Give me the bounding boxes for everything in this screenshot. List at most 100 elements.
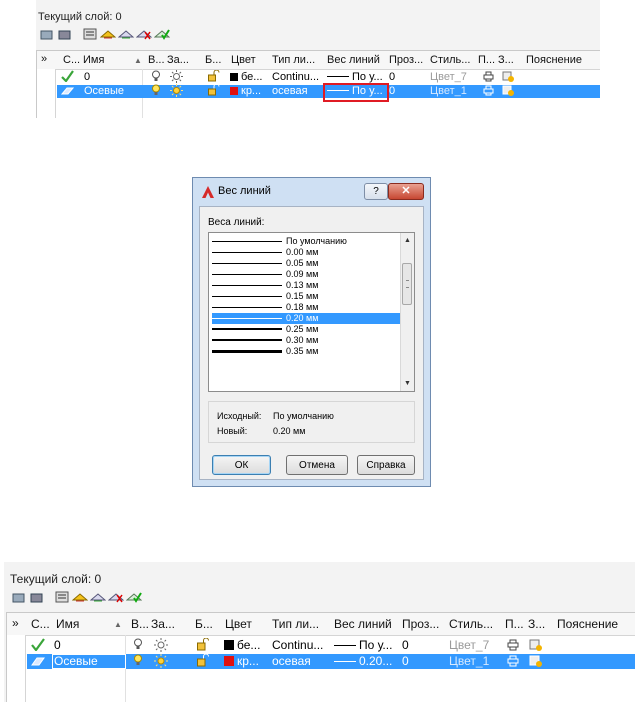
col-freeze[interactable]: За... bbox=[167, 54, 189, 66]
unlock-icon[interactable] bbox=[136, 27, 152, 41]
list-item[interactable]: 0.00 мм bbox=[212, 247, 402, 258]
col-name[interactable]: Имя bbox=[56, 617, 79, 631]
col-lock[interactable]: Б... bbox=[205, 54, 221, 66]
list-item[interactable]: 0.15 мм bbox=[212, 291, 402, 302]
new-vp-freeze-icon[interactable] bbox=[529, 639, 542, 654]
col-plot-style[interactable]: Стиль... bbox=[449, 617, 493, 631]
new-layer-icon[interactable] bbox=[10, 590, 26, 604]
col-on[interactable]: В... bbox=[148, 54, 165, 66]
layer-name[interactable]: Осевые bbox=[84, 85, 124, 97]
col-lineweight[interactable]: Вес линий bbox=[327, 54, 380, 66]
layer-plot-style[interactable]: Цвет_7 bbox=[449, 638, 489, 652]
sun-icon[interactable] bbox=[170, 84, 183, 100]
layer-color[interactable]: кр... bbox=[230, 85, 261, 97]
col-linetype[interactable]: Тип ли... bbox=[272, 54, 315, 66]
close-button[interactable]: ✕ bbox=[388, 183, 424, 200]
col-description[interactable]: Пояснение bbox=[526, 54, 582, 66]
sun-icon[interactable] bbox=[154, 638, 168, 655]
layer-linetype[interactable]: Continu... bbox=[272, 638, 323, 652]
layer-transparency[interactable]: 0 bbox=[402, 654, 409, 668]
printer-icon[interactable] bbox=[507, 655, 519, 670]
layer-color[interactable]: бе... bbox=[224, 638, 260, 652]
layer-states-icon[interactable] bbox=[54, 590, 70, 604]
layer-color[interactable]: кр... bbox=[224, 654, 259, 668]
cancel-button[interactable]: Отмена bbox=[286, 455, 348, 475]
lightbulb-icon[interactable] bbox=[151, 84, 161, 99]
layer-lineweight[interactable]: По у... bbox=[334, 638, 392, 652]
layer-transparency[interactable]: 0 bbox=[402, 638, 409, 652]
col-description[interactable]: Пояснение bbox=[557, 617, 618, 631]
col-on[interactable]: В... bbox=[131, 617, 149, 631]
layer-plot-style[interactable]: Цвет_1 bbox=[449, 654, 489, 668]
lock-icon[interactable] bbox=[118, 27, 134, 41]
list-item[interactable]: 0.30 мм bbox=[212, 335, 402, 346]
col-transparency[interactable]: Проз... bbox=[402, 617, 439, 631]
layer-lineweight[interactable]: По у... bbox=[327, 71, 383, 83]
lightbulb-icon[interactable] bbox=[151, 70, 161, 85]
layer-states-icon[interactable] bbox=[82, 27, 98, 41]
list-item[interactable]: 0.13 мм bbox=[212, 280, 402, 291]
col-name[interactable]: Имя bbox=[83, 54, 104, 66]
padlock-open-icon[interactable] bbox=[208, 83, 220, 99]
scroll-down-icon[interactable]: ▼ bbox=[401, 377, 414, 390]
col-plot[interactable]: П... bbox=[478, 54, 495, 66]
col-linetype[interactable]: Тип ли... bbox=[272, 617, 319, 631]
list-item[interactable]: По умолчанию bbox=[212, 236, 402, 247]
col-vp-freeze[interactable]: З... bbox=[528, 617, 545, 631]
scroll-up-icon[interactable]: ▲ bbox=[401, 234, 414, 247]
freeze-icon[interactable] bbox=[100, 27, 116, 41]
scroll-thumb[interactable] bbox=[402, 263, 412, 305]
new-vp-freeze-icon[interactable] bbox=[529, 655, 542, 670]
layer-transparency[interactable]: 0 bbox=[389, 85, 395, 97]
layer-linetype[interactable]: Continu... bbox=[272, 71, 319, 83]
col-transparency[interactable]: Проз... bbox=[389, 54, 423, 66]
col-lineweight[interactable]: Вес линий bbox=[334, 617, 392, 631]
lineweight-list[interactable]: По умолчанию 0.00 мм 0.05 мм 0.09 мм 0.1… bbox=[208, 232, 415, 392]
layer-color[interactable]: бе... bbox=[230, 71, 262, 83]
padlock-open-icon[interactable] bbox=[208, 69, 220, 85]
current-check-icon[interactable] bbox=[154, 27, 170, 41]
list-item[interactable]: 0.05 мм bbox=[212, 258, 402, 269]
unlock-icon[interactable] bbox=[108, 590, 124, 604]
layer-linetype[interactable]: осевая bbox=[272, 85, 308, 97]
col-color[interactable]: Цвет bbox=[231, 54, 256, 66]
col-color[interactable]: Цвет bbox=[225, 617, 252, 631]
col-plot-style[interactable]: Стиль... bbox=[430, 54, 470, 66]
padlock-open-icon[interactable] bbox=[197, 653, 210, 670]
sun-icon[interactable] bbox=[154, 654, 168, 671]
expand-chevron-icon[interactable]: » bbox=[12, 616, 19, 630]
layer-row-0[interactable]: 0 бе... Continu... По у... 0 Цвет_7 bbox=[27, 637, 635, 655]
title-help-button[interactable]: ? bbox=[364, 183, 388, 200]
current-check-icon[interactable] bbox=[126, 590, 142, 604]
layer-name[interactable]: 0 bbox=[54, 638, 61, 652]
lock-icon[interactable] bbox=[90, 590, 106, 604]
printer-icon[interactable] bbox=[507, 639, 519, 654]
list-scrollbar[interactable]: ▲ ▼ bbox=[400, 233, 414, 391]
list-item[interactable]: 0.09 мм bbox=[212, 269, 402, 280]
list-item[interactable]: 0.35 мм bbox=[212, 346, 402, 357]
list-item[interactable]: 0.18 мм bbox=[212, 302, 402, 313]
col-status[interactable]: С... bbox=[63, 54, 80, 66]
list-item-selected[interactable]: 0.20 мм bbox=[212, 313, 402, 324]
layer-row-osevye[interactable]: Осевые кр... осевая 0.20... 0 Цвет_1 bbox=[27, 653, 635, 671]
padlock-open-icon[interactable] bbox=[197, 637, 210, 654]
new-vp-freeze-icon[interactable] bbox=[502, 85, 514, 99]
col-vp-freeze[interactable]: З... bbox=[498, 54, 514, 66]
layer-plot-style[interactable]: Цвет_1 bbox=[430, 85, 467, 97]
freeze-icon[interactable] bbox=[72, 590, 88, 604]
layer-plot-style[interactable]: Цвет_7 bbox=[430, 71, 467, 83]
layer-name[interactable]: Осевые bbox=[54, 654, 98, 668]
list-item[interactable]: 0.25 мм bbox=[212, 324, 402, 335]
dialog-titlebar[interactable]: Вес линий ? ✕ bbox=[193, 178, 430, 204]
delete-layer-icon[interactable] bbox=[56, 27, 72, 41]
lightbulb-icon[interactable] bbox=[133, 638, 143, 654]
help-button[interactable]: Справка bbox=[357, 455, 415, 475]
col-plot[interactable]: П... bbox=[505, 617, 524, 631]
printer-icon[interactable] bbox=[483, 71, 494, 85]
col-lock[interactable]: Б... bbox=[195, 617, 213, 631]
delete-layer-icon[interactable] bbox=[28, 590, 44, 604]
lightbulb-icon[interactable] bbox=[133, 654, 143, 670]
layer-linetype[interactable]: осевая bbox=[272, 654, 311, 668]
printer-icon[interactable] bbox=[483, 85, 494, 99]
layer-lineweight[interactable]: 0.20... bbox=[334, 654, 392, 668]
